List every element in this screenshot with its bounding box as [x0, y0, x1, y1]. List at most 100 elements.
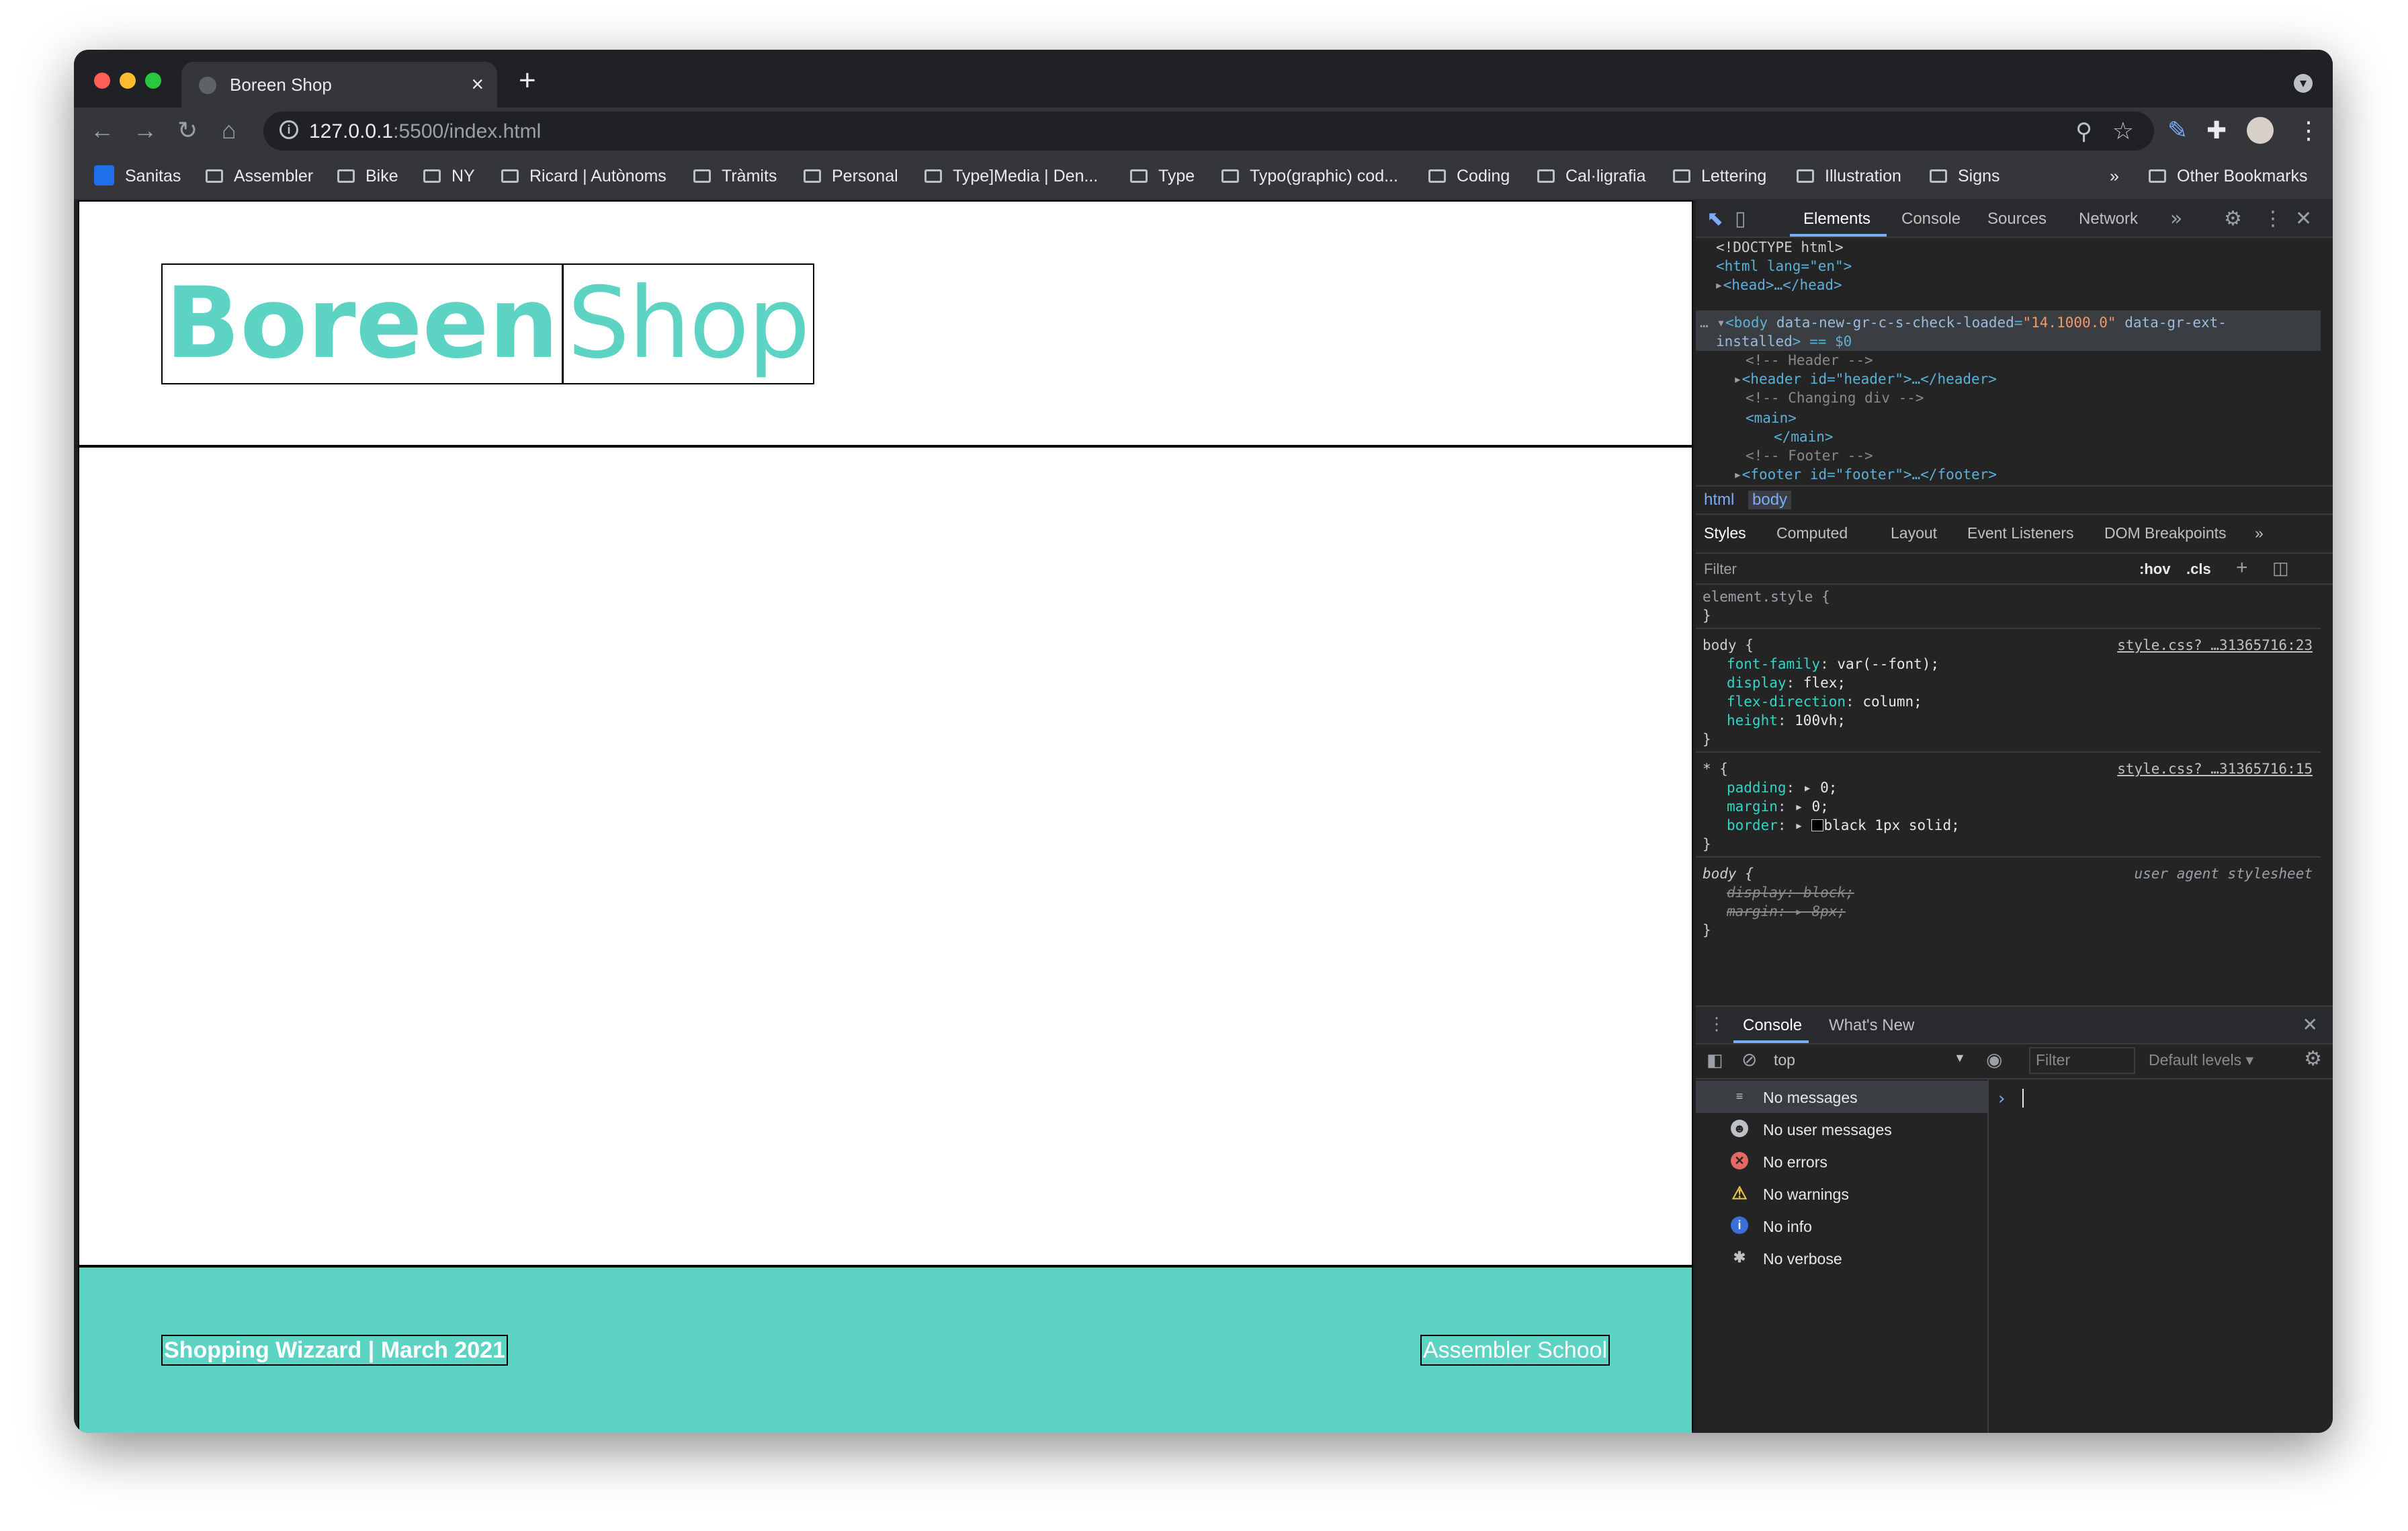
bookmark-star-icon[interactable]: ☆ — [2112, 117, 2134, 145]
body-selector[interactable]: body { — [1703, 636, 1754, 655]
sidebar-item-info[interactable]: i No info — [1696, 1210, 1987, 1242]
new-tab-button[interactable]: + — [519, 66, 536, 95]
tab-search-icon[interactable]: ▾ — [2294, 74, 2313, 93]
css-declaration[interactable]: padding: ▸ 0; — [1727, 778, 1837, 797]
dom-header-node[interactable]: ▸<header id="header">…</header> — [1733, 370, 1997, 388]
bookmark-item[interactable]: NY — [423, 165, 475, 187]
more-tabs-icon[interactable]: » — [2170, 207, 2182, 231]
inspect-element-icon[interactable]: ⬉ — [1707, 207, 1723, 231]
css-declaration-overridden[interactable]: margin: ▸ 8px; — [1727, 902, 1846, 921]
zoom-window-button[interactable] — [145, 73, 161, 89]
dom-body-node[interactable]: … ▾<body data-new-gr-c-s-check-loaded="1… — [1700, 313, 2227, 332]
sidebar-item-errors[interactable]: ✕ No errors — [1696, 1145, 1987, 1177]
console-settings-gear-icon[interactable]: ⚙ — [2304, 1047, 2322, 1071]
bookmark-item[interactable]: Coding — [1428, 165, 1510, 187]
css-declaration-overridden[interactable]: display: block; — [1727, 883, 1854, 902]
dom-comment-div[interactable]: <!-- Changing div --> — [1746, 388, 1924, 407]
bookmark-item[interactable]: Type — [1130, 165, 1195, 187]
zoom-icon[interactable]: ⚲ — [2075, 118, 2092, 145]
tab-event-listeners[interactable]: Event Listeners — [1967, 524, 2074, 542]
tab-elements[interactable]: Elements — [1803, 210, 1870, 229]
css-declaration[interactable]: display: flex; — [1727, 673, 1846, 692]
drawer-menu-icon[interactable]: ⋮ — [1708, 1013, 1725, 1034]
console-filter-input[interactable]: Filter — [2029, 1047, 2135, 1074]
sidebar-item-warnings[interactable]: ⚠ No warnings — [1696, 1177, 1987, 1210]
more-style-tabs-icon[interactable]: » — [2255, 524, 2264, 542]
sidebar-item-verbose[interactable]: ✱ No verbose — [1696, 1242, 1987, 1274]
styles-filter-input[interactable]: Filter — [1704, 561, 1737, 578]
tab-dom-breakpoints[interactable]: DOM Breakpoints — [2104, 524, 2227, 542]
tab-styles[interactable]: Styles — [1704, 524, 1746, 542]
tab-layout[interactable]: Layout — [1891, 524, 1937, 542]
cls-toggle[interactable]: .cls — [2186, 561, 2211, 578]
css-declaration[interactable]: margin: ▸ 0; — [1727, 797, 1829, 816]
close-devtools-icon[interactable]: ✕ — [2295, 207, 2312, 231]
reload-icon[interactable]: ↻ — [177, 117, 198, 144]
avatar[interactable] — [2247, 117, 2274, 149]
drawer-tab-whats-new[interactable]: What's New — [1829, 1016, 1914, 1035]
ua-body-selector[interactable]: body { — [1703, 864, 1754, 883]
bookmark-item[interactable]: Assembler — [206, 165, 313, 187]
bookmark-item[interactable]: Sanitas — [94, 165, 181, 187]
dom-comment-header[interactable]: <!-- Header --> — [1746, 351, 1873, 370]
puzzle-icon[interactable]: ✚ — [2206, 117, 2227, 144]
dom-html-node[interactable]: <html lang="en"> — [1716, 257, 1852, 276]
tab-computed[interactable]: Computed — [1776, 524, 1848, 542]
home-icon[interactable]: ⌂ — [222, 117, 236, 144]
color-swatch[interactable] — [1811, 819, 1824, 831]
bookmark-item[interactable]: Lettering — [1673, 165, 1766, 187]
close-drawer-icon[interactable]: ✕ — [2303, 1013, 2318, 1036]
device-toolbar-icon[interactable]: ▯ — [1735, 207, 1746, 231]
universal-selector[interactable]: * { — [1703, 759, 1728, 778]
context-dropdown-icon[interactable]: ▼ — [1954, 1051, 1966, 1065]
settings-gear-icon[interactable]: ⚙ — [2224, 207, 2242, 231]
clear-console-icon[interactable]: ⊘ — [1742, 1048, 1757, 1071]
dom-main-close[interactable]: </main> — [1774, 427, 1834, 446]
menu-kebab-icon[interactable]: ⋮ — [2296, 117, 2321, 144]
breadcrumb-html[interactable]: html — [1704, 491, 1734, 509]
star-source-link[interactable]: style.css? …31365716:15 — [2117, 759, 2313, 778]
bookmark-item[interactable]: Tràmits — [693, 165, 777, 187]
context-selector[interactable]: top — [1774, 1051, 1795, 1069]
logo[interactable]: Boreen Shop — [161, 263, 814, 384]
site-info-icon[interactable]: i — [280, 120, 298, 139]
bookmarks-overflow-button[interactable]: » — [2110, 165, 2119, 187]
browser-tab[interactable]: Boreen Shop × — [181, 62, 497, 108]
footer-school-link[interactable]: Assembler School — [1420, 1335, 1610, 1366]
forward-icon[interactable]: → — [133, 117, 157, 144]
bookmark-item[interactable]: Typo(graphic) cod... — [1221, 165, 1398, 187]
dom-doctype[interactable]: <!DOCTYPE html> — [1716, 238, 1844, 257]
dom-comment-footer[interactable]: <!-- Footer --> — [1746, 446, 1873, 465]
breadcrumb-body[interactable]: body — [1748, 491, 1792, 509]
extension-pen-icon[interactable]: ✎ — [2167, 117, 2188, 144]
console-input[interactable] — [2022, 1089, 2024, 1108]
bookmark-item[interactable]: Personal — [804, 165, 898, 187]
devtools-menu-icon[interactable]: ⋮ — [2263, 207, 2283, 231]
toggle-sidebar-icon[interactable]: ◫ — [2272, 558, 2289, 579]
url-text[interactable]: 127.0.0.1:5500/index.html — [309, 120, 541, 143]
hov-toggle[interactable]: :hov — [2139, 561, 2170, 578]
bookmark-item[interactable]: Cal·ligrafia — [1537, 165, 1645, 187]
tab-close-icon[interactable]: × — [471, 73, 484, 95]
tab-console[interactable]: Console — [1901, 210, 1961, 229]
close-window-button[interactable] — [94, 73, 110, 89]
tab-sources[interactable]: Sources — [1987, 210, 2047, 229]
eye-icon[interactable]: ◉ — [1986, 1048, 2002, 1071]
drawer-tab-console[interactable]: Console — [1743, 1016, 1802, 1035]
sidebar-item-user-messages[interactable]: ☻ No user messages — [1696, 1113, 1987, 1145]
sidebar-item-messages[interactable]: ≡ No messages — [1696, 1081, 1987, 1113]
css-declaration[interactable]: border: ▸ black 1px solid; — [1727, 816, 1960, 835]
css-declaration[interactable]: height: 100vh; — [1727, 711, 1846, 730]
new-rule-icon[interactable]: + — [2236, 556, 2248, 579]
console-sidebar-toggle-icon[interactable]: ◧ — [1707, 1050, 1723, 1071]
dom-footer-node[interactable]: ▸<footer id="footer">…</footer> — [1733, 465, 1997, 484]
other-bookmarks[interactable]: Other Bookmarks — [2149, 165, 2308, 187]
dom-head-node[interactable]: ▸<head>…</head> — [1715, 276, 1842, 294]
address-bar[interactable]: i 127.0.0.1:5500/index.html ⚲ ☆ — [263, 112, 2154, 151]
minimize-window-button[interactable] — [120, 73, 136, 89]
bookmark-item[interactable]: Illustration — [1797, 165, 1901, 187]
tab-network[interactable]: Network — [2079, 210, 2138, 229]
back-icon[interactable]: ← — [90, 117, 114, 144]
bookmark-item[interactable]: Ricard | Autònoms — [501, 165, 666, 187]
bookmark-item[interactable]: Signs — [1930, 165, 2000, 187]
